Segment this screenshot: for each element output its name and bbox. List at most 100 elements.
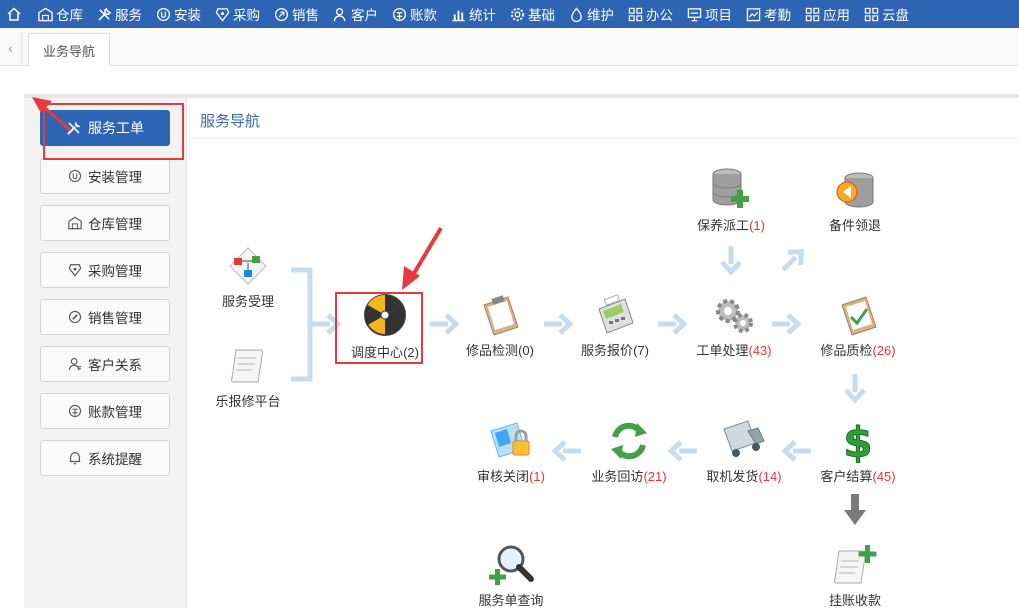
nav-item-project[interactable]: 项目 (680, 0, 739, 28)
flow-node-label: 乐报修平台 (215, 394, 281, 409)
divider (187, 138, 1019, 139)
nav-item-apps[interactable]: 应用 (798, 0, 857, 28)
flow-node-label: 调度中心 (351, 345, 404, 360)
flow-node-work-order[interactable]: 工单处理(43) (674, 293, 794, 359)
truck-icon (723, 420, 765, 457)
flow-node-label: 修品检测 (466, 343, 519, 358)
scroll-add-icon (833, 545, 877, 584)
flow-node-business-visit[interactable]: 业务回访(21) (569, 419, 689, 485)
flow-node-service-quote[interactable]: 服务报价(7) (555, 293, 675, 359)
flow-node-repair-platform[interactable]: 乐报修平台 (188, 344, 308, 410)
sidebar-item-label: 销售管理 (88, 311, 142, 326)
flow-node-dispatch-center[interactable]: 调度中心(2) (325, 293, 445, 361)
svg-text:$: $ (843, 418, 872, 463)
refresh-icon (611, 422, 647, 460)
nav-item-cloud[interactable]: 云盘 (857, 0, 916, 28)
install-icon (156, 7, 171, 21)
flow-node-label-wrap: 审核关闭(1) (451, 466, 571, 485)
top-nav: 仓库 服务 安装 采购 销售 客户 账款 统计 基础 维护 办公 项目 考勤 应… (0, 0, 1019, 28)
dollar-icon: $ (843, 418, 873, 464)
search-add-icon (489, 545, 534, 585)
project-icon (687, 7, 702, 21)
nav-item-basic[interactable]: 基础 (503, 0, 562, 28)
nav-item-label: 办公 (646, 8, 673, 23)
flow-node-count: (14) (758, 469, 782, 484)
flow-node-count: (7) (633, 343, 649, 358)
sidebar-item-label: 仓库管理 (88, 217, 142, 232)
flow-node-credit-collection[interactable]: 挂账收款 (795, 543, 915, 608)
nav-item-label: 基础 (528, 8, 555, 23)
flow-node-label-wrap: 修品检测(0) (440, 340, 560, 359)
flow-node-label-wrap: 调度中心(2) (325, 342, 445, 361)
nav-item-purchase[interactable]: 采购 (208, 0, 267, 28)
nav-item-service[interactable]: 服务 (90, 0, 149, 28)
install-icon (68, 169, 82, 183)
home-icon[interactable] (0, 0, 28, 28)
sales-icon (274, 7, 289, 21)
nav-item-account[interactable]: 账款 (385, 0, 444, 28)
sales-icon (68, 310, 82, 324)
flow-node-customer-settlement[interactable]: $ 客户结算(45) (798, 417, 918, 485)
customer-icon (68, 358, 82, 371)
flow-node-parts-pickup[interactable]: 备件领退 (795, 170, 915, 234)
chevron-left-icon[interactable]: ‹ (0, 32, 22, 64)
nav-item-customer[interactable]: 客户 (326, 0, 385, 28)
nav-item-sales[interactable]: 销售 (267, 0, 326, 28)
flow-node-label-wrap: 工单处理(43) (674, 340, 794, 359)
flowchart-icon (229, 247, 267, 285)
nav-item-maintain[interactable]: 维护 (562, 0, 621, 28)
flow-node-count: (2) (403, 345, 419, 360)
sidebar-item-sales[interactable]: 销售管理 (40, 299, 170, 335)
flow-node-repair-inspection[interactable]: 修品检测(0) (440, 293, 560, 359)
database-add-icon (712, 168, 749, 208)
flow-node-label-wrap: 取机发货(14) (684, 466, 804, 485)
flow-node-label: 服务单查询 (478, 593, 544, 608)
nav-item-label: 仓库 (56, 8, 83, 23)
flow-node-count: (43) (748, 343, 772, 358)
sidebar-item-customer[interactable]: 客户关系 (40, 346, 170, 382)
tab-business-nav[interactable]: 业务导航 (28, 33, 110, 67)
sidebar-item-purchase[interactable]: 采购管理 (40, 252, 170, 288)
flow-node-order-query[interactable]: 服务单查询 (451, 543, 571, 608)
nav-item-stats[interactable]: 统计 (444, 0, 503, 28)
flow-node-label: 备件领退 (828, 218, 881, 233)
flow-node-count: (45) (872, 469, 896, 484)
sidebar-item-label: 客户关系 (88, 358, 142, 373)
gear-icon (510, 7, 525, 21)
flow-node-label: 修品质检 (820, 343, 873, 358)
flow-node-pickup-delivery[interactable]: 取机发货(14) (684, 419, 804, 485)
flow-node-count: (0) (518, 343, 534, 358)
flow-node-label-wrap: 客户结算(45) (798, 466, 918, 485)
flow-node-label: 保养派工 (697, 218, 750, 233)
flow-node-label: 客户结算 (820, 469, 873, 484)
flow-node-label: 挂账收款 (828, 593, 881, 608)
flow-node-service-accept[interactable]: 服务受理 (188, 244, 308, 310)
sidebar-item-account[interactable]: 账款管理 (40, 393, 170, 429)
nav-item-label: 销售 (292, 8, 319, 23)
nav-item-office[interactable]: 办公 (621, 0, 680, 28)
nav-item-attendance[interactable]: 考勤 (739, 0, 798, 28)
sidebar-item-reminder[interactable]: 系统提醒 (40, 440, 170, 476)
flow-node-count: (1) (529, 469, 545, 484)
customer-icon (333, 7, 346, 21)
sidebar-item-install[interactable]: 安装管理 (40, 158, 170, 194)
flow-node-count: (1) (749, 218, 765, 233)
flow-node-count: (26) (872, 343, 896, 358)
nav-item-warehouse[interactable]: 仓库 (28, 0, 90, 28)
nav-item-label: 采购 (233, 8, 260, 23)
office-icon (628, 7, 643, 21)
database-arrow-icon (836, 172, 874, 208)
clipboard-check-icon (841, 296, 877, 336)
nav-item-install[interactable]: 安装 (149, 0, 208, 28)
gears-icon (716, 299, 753, 333)
chart-icon (452, 10, 465, 21)
cash-register-icon (598, 294, 634, 334)
sidebar-item-label: 采购管理 (88, 264, 142, 279)
flow-node-audit-close[interactable]: 审核关闭(1) (451, 419, 571, 485)
warehouse-icon (38, 7, 53, 21)
sidebar-item-warehouse[interactable]: 仓库管理 (40, 205, 170, 241)
nav-item-label: 云盘 (882, 8, 909, 23)
flow-node-quality-check[interactable]: 修品质检(26) (798, 293, 918, 359)
flow-node-maintenance-dispatch[interactable]: 保养派工(1) (671, 166, 791, 234)
flow-node-label: 取机发货 (706, 469, 759, 484)
